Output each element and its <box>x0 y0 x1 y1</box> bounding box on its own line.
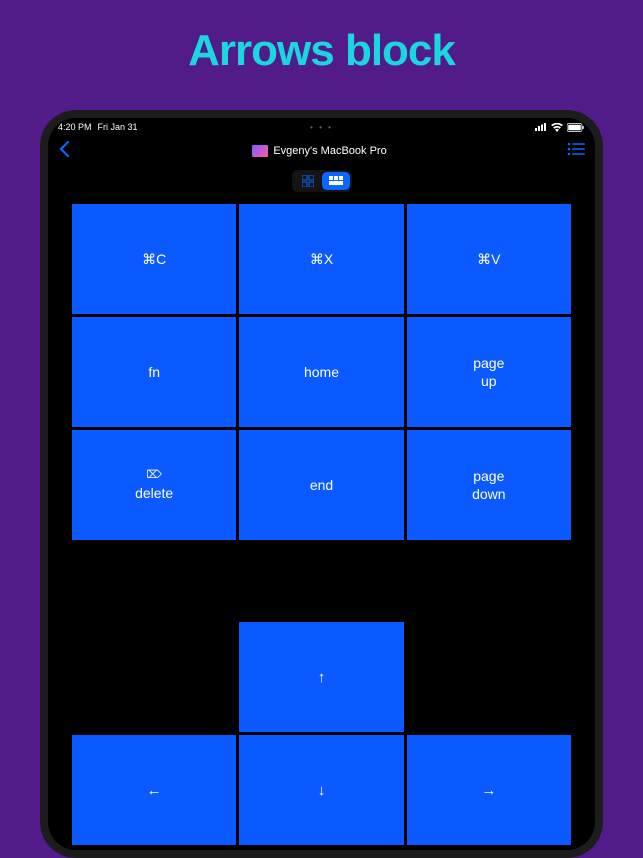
status-date: Fri Jan 31 <box>98 122 138 132</box>
arrow-up-icon: ↑ <box>318 669 326 686</box>
arrows-block: ↑ ← ↓ → <box>72 622 571 845</box>
status-left: 4:20 PM Fri Jan 31 <box>58 122 138 132</box>
segmented-control <box>48 170 595 192</box>
key-arrow-down[interactable]: ↓ <box>239 735 403 845</box>
ipad-screen: 4:20 PM Fri Jan 31 • • • <box>48 118 595 850</box>
key-fn[interactable]: fn <box>72 317 236 427</box>
key-arrow-left[interactable]: ← <box>72 735 236 845</box>
list-button[interactable] <box>567 142 585 161</box>
key-label: ⌘C <box>142 250 166 268</box>
arrow-left-icon: ← <box>147 782 162 799</box>
shortcut-grid: ⌘C ⌘X ⌘V fn home page up ⌦ delete end pa… <box>72 204 571 540</box>
key-paste[interactable]: ⌘V <box>407 204 571 314</box>
key-delete[interactable]: ⌦ delete <box>72 430 236 540</box>
nav-bar: Evgeny's MacBook Pro <box>48 138 595 164</box>
key-cut[interactable]: ⌘X <box>239 204 403 314</box>
key-copy[interactable]: ⌘C <box>72 204 236 314</box>
signal-icon <box>535 123 547 131</box>
key-page-up[interactable]: page up <box>407 317 571 427</box>
content-area: ⌘C ⌘X ⌘V fn home page up ⌦ delete end pa… <box>48 192 595 845</box>
status-time: 4:20 PM <box>58 122 92 132</box>
delete-icon: ⌦ <box>146 468 162 482</box>
status-right <box>535 123 585 132</box>
battery-icon <box>567 123 585 132</box>
layout-grid-button[interactable] <box>294 172 322 190</box>
key-label: home <box>304 363 339 381</box>
multitask-dots: • • • <box>310 123 333 132</box>
key-page-down[interactable]: page down <box>407 430 571 540</box>
status-bar: 4:20 PM Fri Jan 31 • • • <box>48 118 595 136</box>
key-label: ⌘V <box>477 250 500 268</box>
key-label: ⌘X <box>310 250 333 268</box>
key-label: delete <box>135 484 173 502</box>
arrow-down-icon: ↓ <box>318 782 326 799</box>
key-label: fn <box>148 363 160 381</box>
device-name: Evgeny's MacBook Pro <box>273 145 386 157</box>
back-button[interactable] <box>58 140 72 163</box>
macbook-icon <box>252 145 268 157</box>
nav-title: Evgeny's MacBook Pro <box>252 145 386 157</box>
layout-keys-button[interactable] <box>322 172 350 190</box>
key-label: page up <box>473 354 504 390</box>
key-label: end <box>310 476 333 494</box>
ipad-frame: 4:20 PM Fri Jan 31 • • • <box>40 110 603 858</box>
wifi-icon <box>551 123 563 132</box>
key-arrow-up[interactable]: ↑ <box>239 622 403 732</box>
key-label: page down <box>472 467 505 503</box>
key-home[interactable]: home <box>239 317 403 427</box>
page-title: Arrows block <box>0 0 643 76</box>
arrow-right-icon: → <box>481 782 496 799</box>
key-end[interactable]: end <box>239 430 403 540</box>
key-arrow-right[interactable]: → <box>407 735 571 845</box>
